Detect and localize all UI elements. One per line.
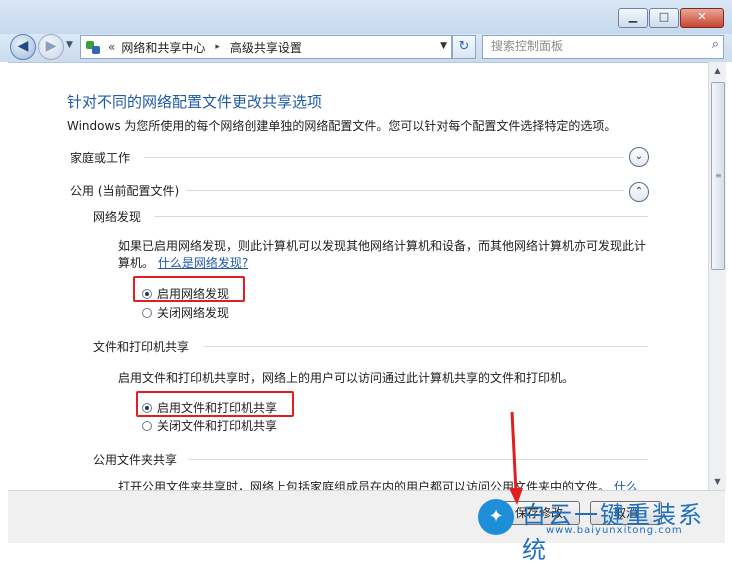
watermark: ✦ 白云一键重装系统 www.baiyunxitong.com — [478, 495, 728, 564]
watermark-url: www.baiyunxitong.com — [546, 525, 683, 536]
annotation-arrow — [509, 411, 523, 505]
bird-logo-icon: ✦ — [478, 499, 514, 535]
